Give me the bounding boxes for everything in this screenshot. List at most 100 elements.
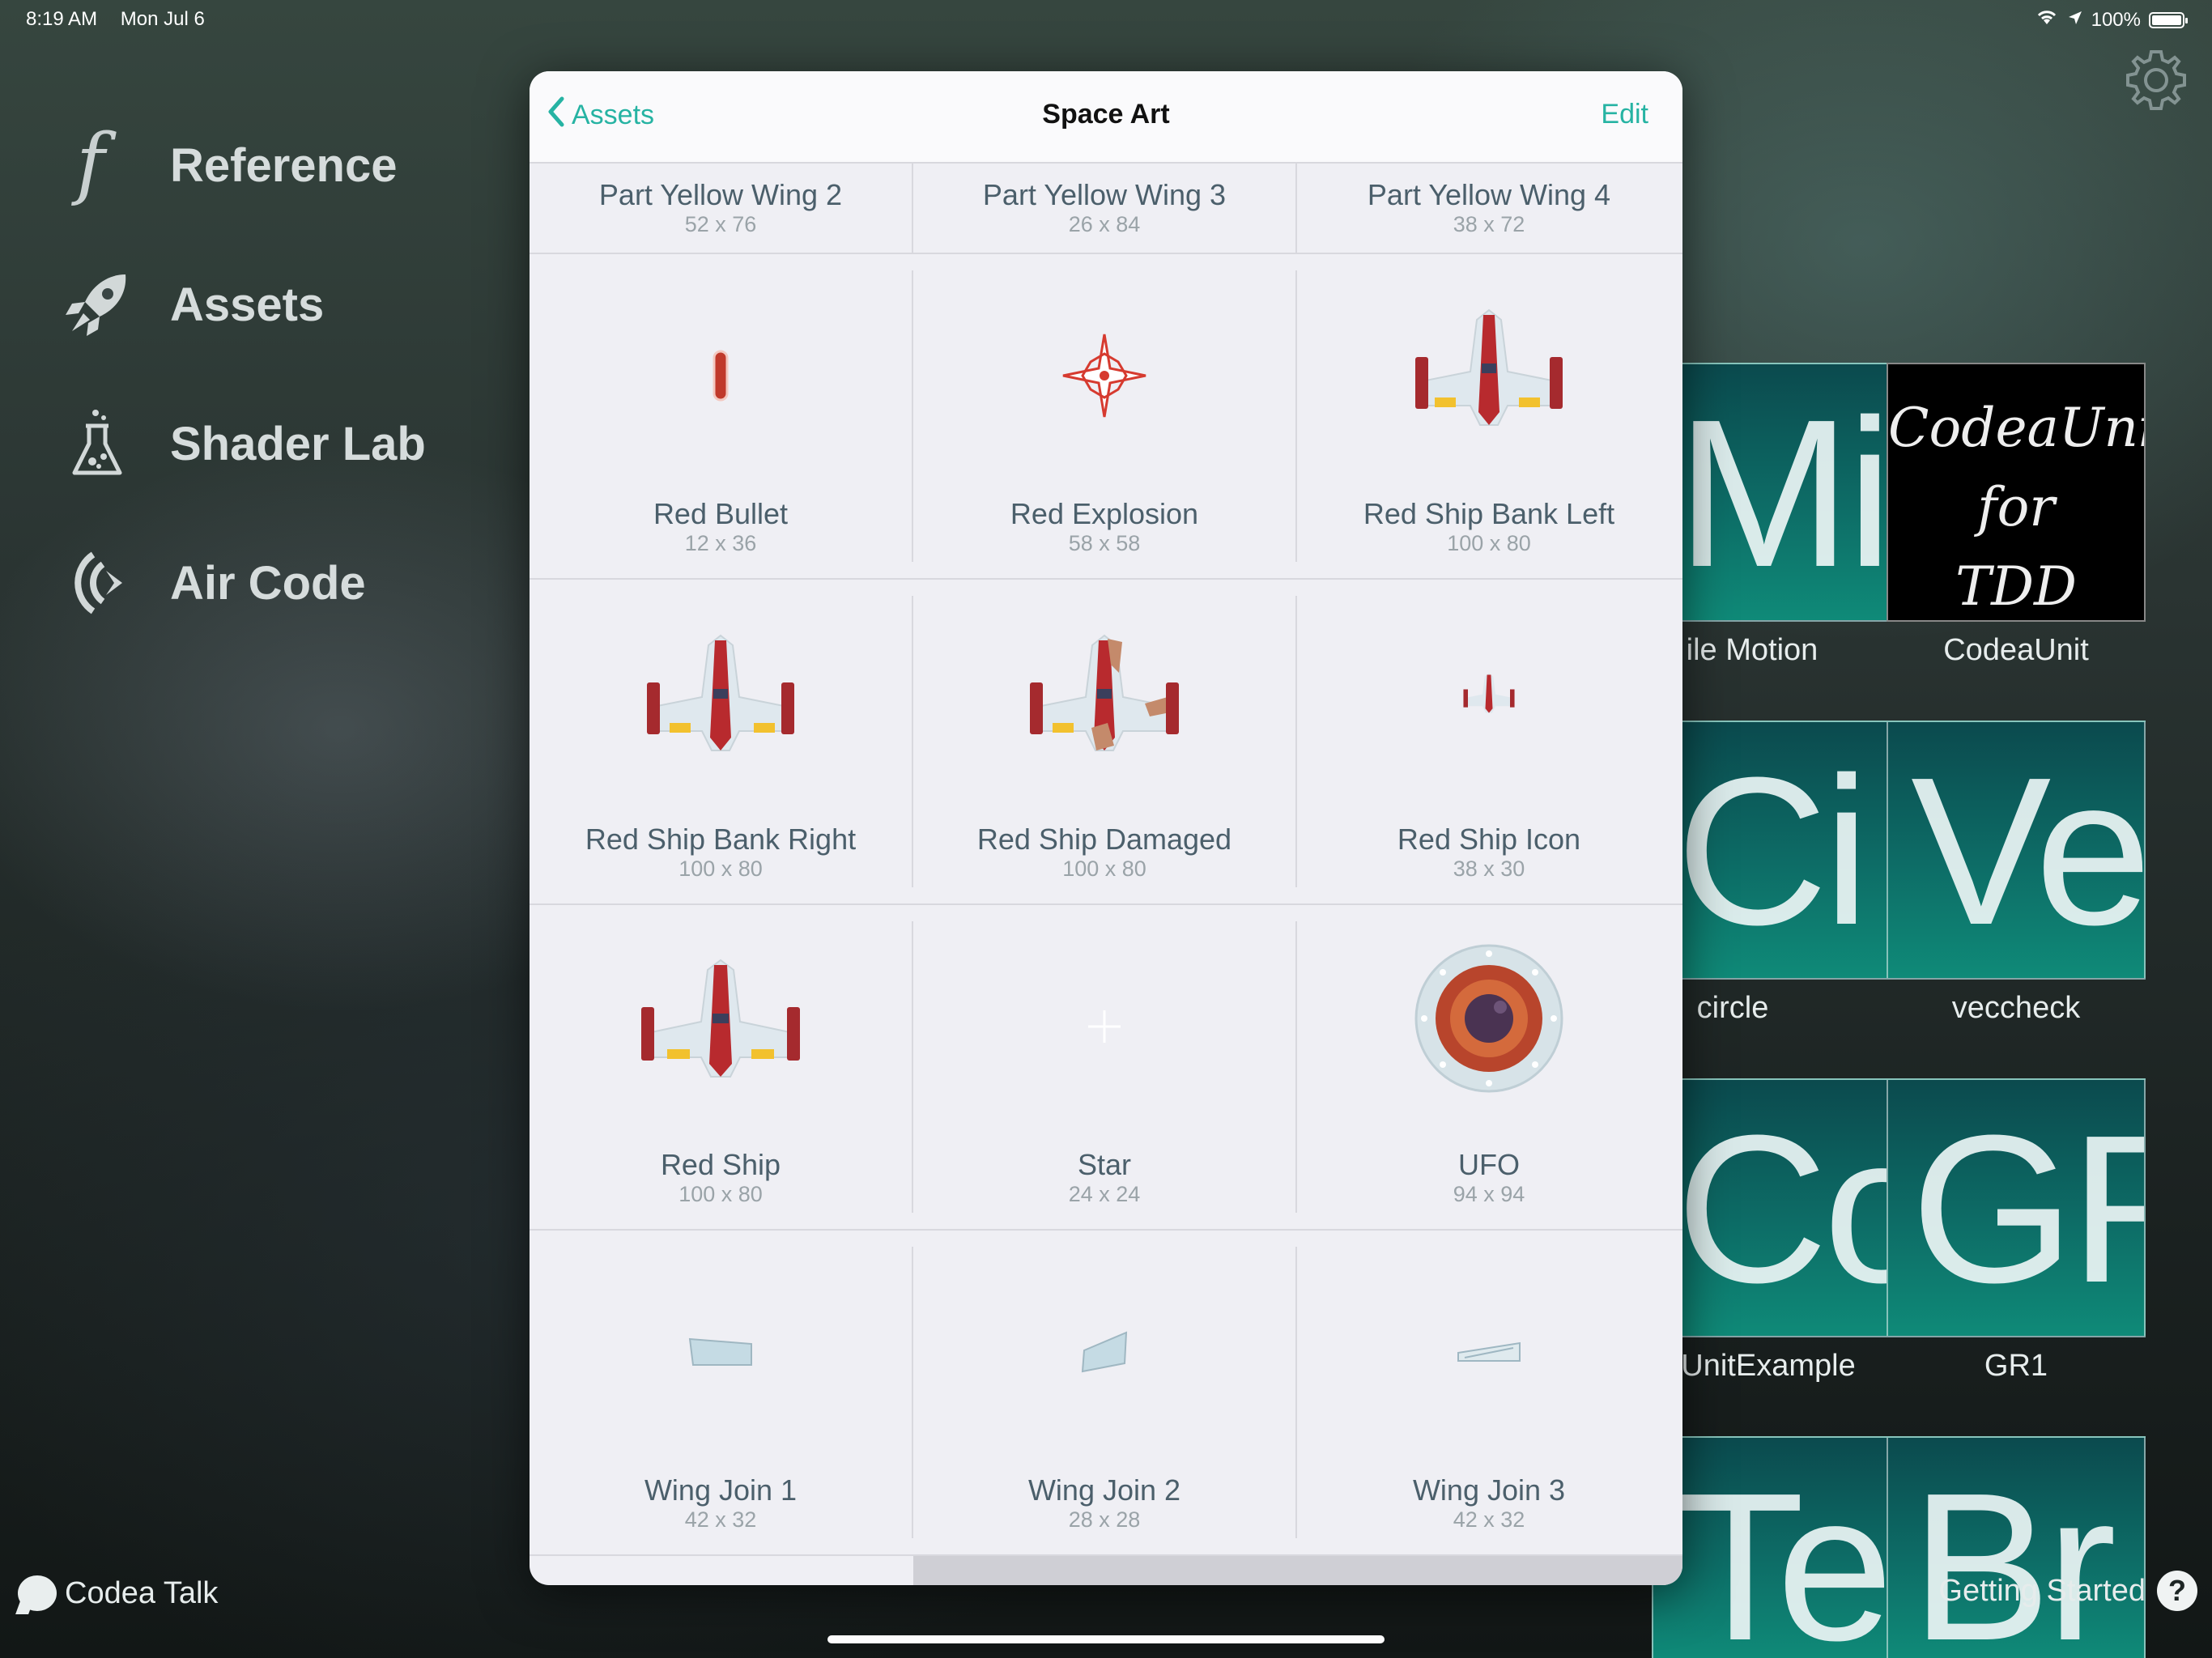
- asset-name: Red Ship Damaged: [976, 823, 1232, 856]
- asset-name: Red Ship Bank Left: [1363, 497, 1615, 530]
- project-tile-circle[interactable]: Ci: [1652, 721, 1911, 980]
- help-icon: ?: [2157, 1571, 2197, 1611]
- asset-row: Wing Join 1 42 x 32 Wing Join 2 28 x 28 …: [530, 1231, 1682, 1556]
- project-tile-codeaunit[interactable]: CodeaUnit for TDD: [1887, 363, 2146, 622]
- tile-title-line: CodeaUnit: [1888, 397, 2144, 459]
- asset-cell-wing-join-3[interactable]: Wing Join 3 42 x 32: [1297, 1247, 1681, 1538]
- asset-cell-red-bullet[interactable]: Red Bullet 12 x 36: [530, 270, 913, 562]
- asset-name: Red Bullet: [653, 497, 789, 530]
- menu-item-assets[interactable]: Assets: [57, 235, 426, 374]
- project-tile-letters: Mi: [1676, 376, 1893, 611]
- asset-cell-red-explosion[interactable]: Red Explosion 58 x 58: [913, 270, 1297, 562]
- getting-started-label: Getting Started: [1938, 1573, 2146, 1608]
- tile-title-line: for: [1977, 476, 2055, 538]
- popover-nav-bar: Assets Space Art Edit: [530, 71, 1682, 164]
- asset-name: Part Yellow Wing 2: [598, 178, 843, 211]
- asset-cell-red-ship-damaged[interactable]: Red Ship Damaged 100 x 80: [913, 596, 1297, 887]
- asset-size: 42 x 32: [684, 1507, 757, 1532]
- red-ship-icon-sprite: [1297, 612, 1681, 774]
- wifi-icon: [2035, 8, 2059, 32]
- asset-size: 94 x 94: [1453, 1182, 1525, 1206]
- edit-button[interactable]: Edit: [1601, 99, 1648, 130]
- codea-talk-button[interactable]: Codea Talk: [18, 1575, 218, 1611]
- asset-cell-star[interactable]: Star 24 x 24: [913, 921, 1297, 1213]
- menu-item-reference[interactable]: f Reference: [57, 96, 426, 235]
- project-tile[interactable]: Br: [1887, 1436, 2146, 1658]
- asset-size: 52 x 76: [684, 212, 757, 236]
- asset-name: Wing Join 3: [1412, 1473, 1566, 1507]
- asset-size: 58 x 58: [1068, 531, 1141, 555]
- asset-row: Red Bullet 12 x 36 Red Explosion 58 x 58: [530, 254, 1682, 580]
- wing-join-2-sprite: [913, 1279, 1295, 1425]
- project-tile-motion[interactable]: Mi: [1652, 363, 1911, 622]
- project-tile-letters: Br: [1911, 1450, 2116, 1658]
- status-date: Mon Jul 6: [120, 8, 205, 30]
- asset-size: 100 x 80: [678, 1182, 763, 1206]
- rocket-icon: [57, 264, 138, 345]
- project-tile-gr1[interactable]: GR: [1887, 1078, 2146, 1337]
- asset-row: Red Ship 100 x 80 Star 24 x 24 UFO 94 x …: [530, 905, 1682, 1231]
- red-bullet-sprite: [530, 303, 912, 449]
- asset-cell-red-ship[interactable]: Red Ship 100 x 80: [530, 921, 913, 1213]
- asset-name: Wing Join 2: [1027, 1473, 1181, 1507]
- project-label: GR1: [1984, 1349, 2048, 1383]
- asset-size: 26 x 84: [1068, 212, 1141, 236]
- popover-title: Space Art: [1042, 99, 1170, 130]
- asset-cell-wing-join-1[interactable]: Wing Join 1 42 x 32: [530, 1247, 913, 1538]
- asset-cell-wing-join-2[interactable]: Wing Join 2 28 x 28: [913, 1247, 1297, 1538]
- codea-talk-label: Codea Talk: [65, 1575, 219, 1610]
- red-ship-damaged-sprite: [913, 612, 1295, 774]
- asset-size: 100 x 80: [1062, 857, 1146, 881]
- project-tile-unitexample[interactable]: Co: [1652, 1078, 1911, 1337]
- red-ship-sprite: [530, 937, 912, 1099]
- project-tile-letters: GR: [1911, 1092, 2144, 1327]
- red-ship-bank-left-sprite: [1297, 287, 1681, 449]
- horizontal-scrollbar[interactable]: [913, 1556, 1682, 1585]
- asset-cell[interactable]: Part Yellow Wing 2 52 x 76: [530, 162, 913, 253]
- main-menu: f Reference Assets Shader Lab Air Code: [57, 96, 426, 653]
- asset-name: Red Ship Bank Right: [585, 823, 857, 856]
- asset-name: Part Yellow Wing 3: [982, 178, 1227, 211]
- asset-size: 28 x 28: [1068, 1507, 1141, 1532]
- asset-cell[interactable]: Part Yellow Wing 4 38 x 72: [1297, 162, 1681, 253]
- home-indicator[interactable]: [827, 1635, 1385, 1643]
- project-label: CodeaUnit: [1943, 633, 2089, 667]
- asset-name: Star: [1077, 1148, 1132, 1181]
- project-tile-letters: Te: [1676, 1450, 1894, 1658]
- svg-text:f: f: [71, 125, 117, 206]
- project-label: veccheck: [1951, 991, 2081, 1025]
- function-icon: f: [57, 125, 138, 206]
- asset-size: 38 x 72: [1453, 212, 1525, 236]
- project-tile-veccheck[interactable]: Ve: [1887, 721, 2146, 980]
- star-sprite: [913, 954, 1295, 1099]
- asset-cell-red-ship-bank-left[interactable]: Red Ship Bank Left 100 x 80: [1297, 270, 1681, 562]
- asset-name: UFO: [1458, 1148, 1520, 1181]
- asset-name: Red Explosion: [1010, 497, 1199, 530]
- menu-item-shader-lab[interactable]: Shader Lab: [57, 374, 426, 513]
- asset-row: Red Ship Bank Right 100 x 80 Red Ship Da…: [530, 580, 1682, 905]
- battery-percent: 100%: [2091, 8, 2141, 31]
- project-tile-letters: Co: [1676, 1092, 1911, 1327]
- tile-title-line: TDD: [1955, 555, 2077, 618]
- menu-label-air-code: Air Code: [170, 556, 366, 610]
- asset-size: 24 x 24: [1068, 1182, 1141, 1206]
- asset-name: Red Ship Icon: [1397, 823, 1581, 856]
- menu-label-assets: Assets: [170, 278, 325, 331]
- asset-size: 100 x 80: [678, 857, 763, 881]
- asset-size: 100 x 80: [1447, 531, 1531, 555]
- asset-size: 12 x 36: [684, 531, 757, 555]
- asset-popover: Assets Space Art Edit Part Yellow Wing 2…: [530, 71, 1682, 1585]
- project-tile[interactable]: Te: [1652, 1436, 1911, 1658]
- asset-cell-red-ship-bank-right[interactable]: Red Ship Bank Right 100 x 80: [530, 596, 913, 887]
- settings-gear-icon[interactable]: [2123, 47, 2189, 113]
- wireless-icon: [57, 542, 138, 623]
- wing-join-3-sprite: [1297, 1279, 1681, 1425]
- menu-label-shader-lab: Shader Lab: [170, 417, 426, 470]
- asset-size: 42 x 32: [1453, 1507, 1525, 1532]
- menu-item-air-code[interactable]: Air Code: [57, 513, 426, 653]
- asset-cell-ufo[interactable]: UFO 94 x 94: [1297, 921, 1681, 1213]
- status-time: 8:19 AM: [26, 8, 98, 30]
- getting-started-button[interactable]: Getting Started ?: [1938, 1571, 2197, 1611]
- asset-cell[interactable]: Part Yellow Wing 3 26 x 84: [913, 162, 1297, 253]
- asset-cell-red-ship-icon[interactable]: Red Ship Icon 38 x 30: [1297, 596, 1681, 887]
